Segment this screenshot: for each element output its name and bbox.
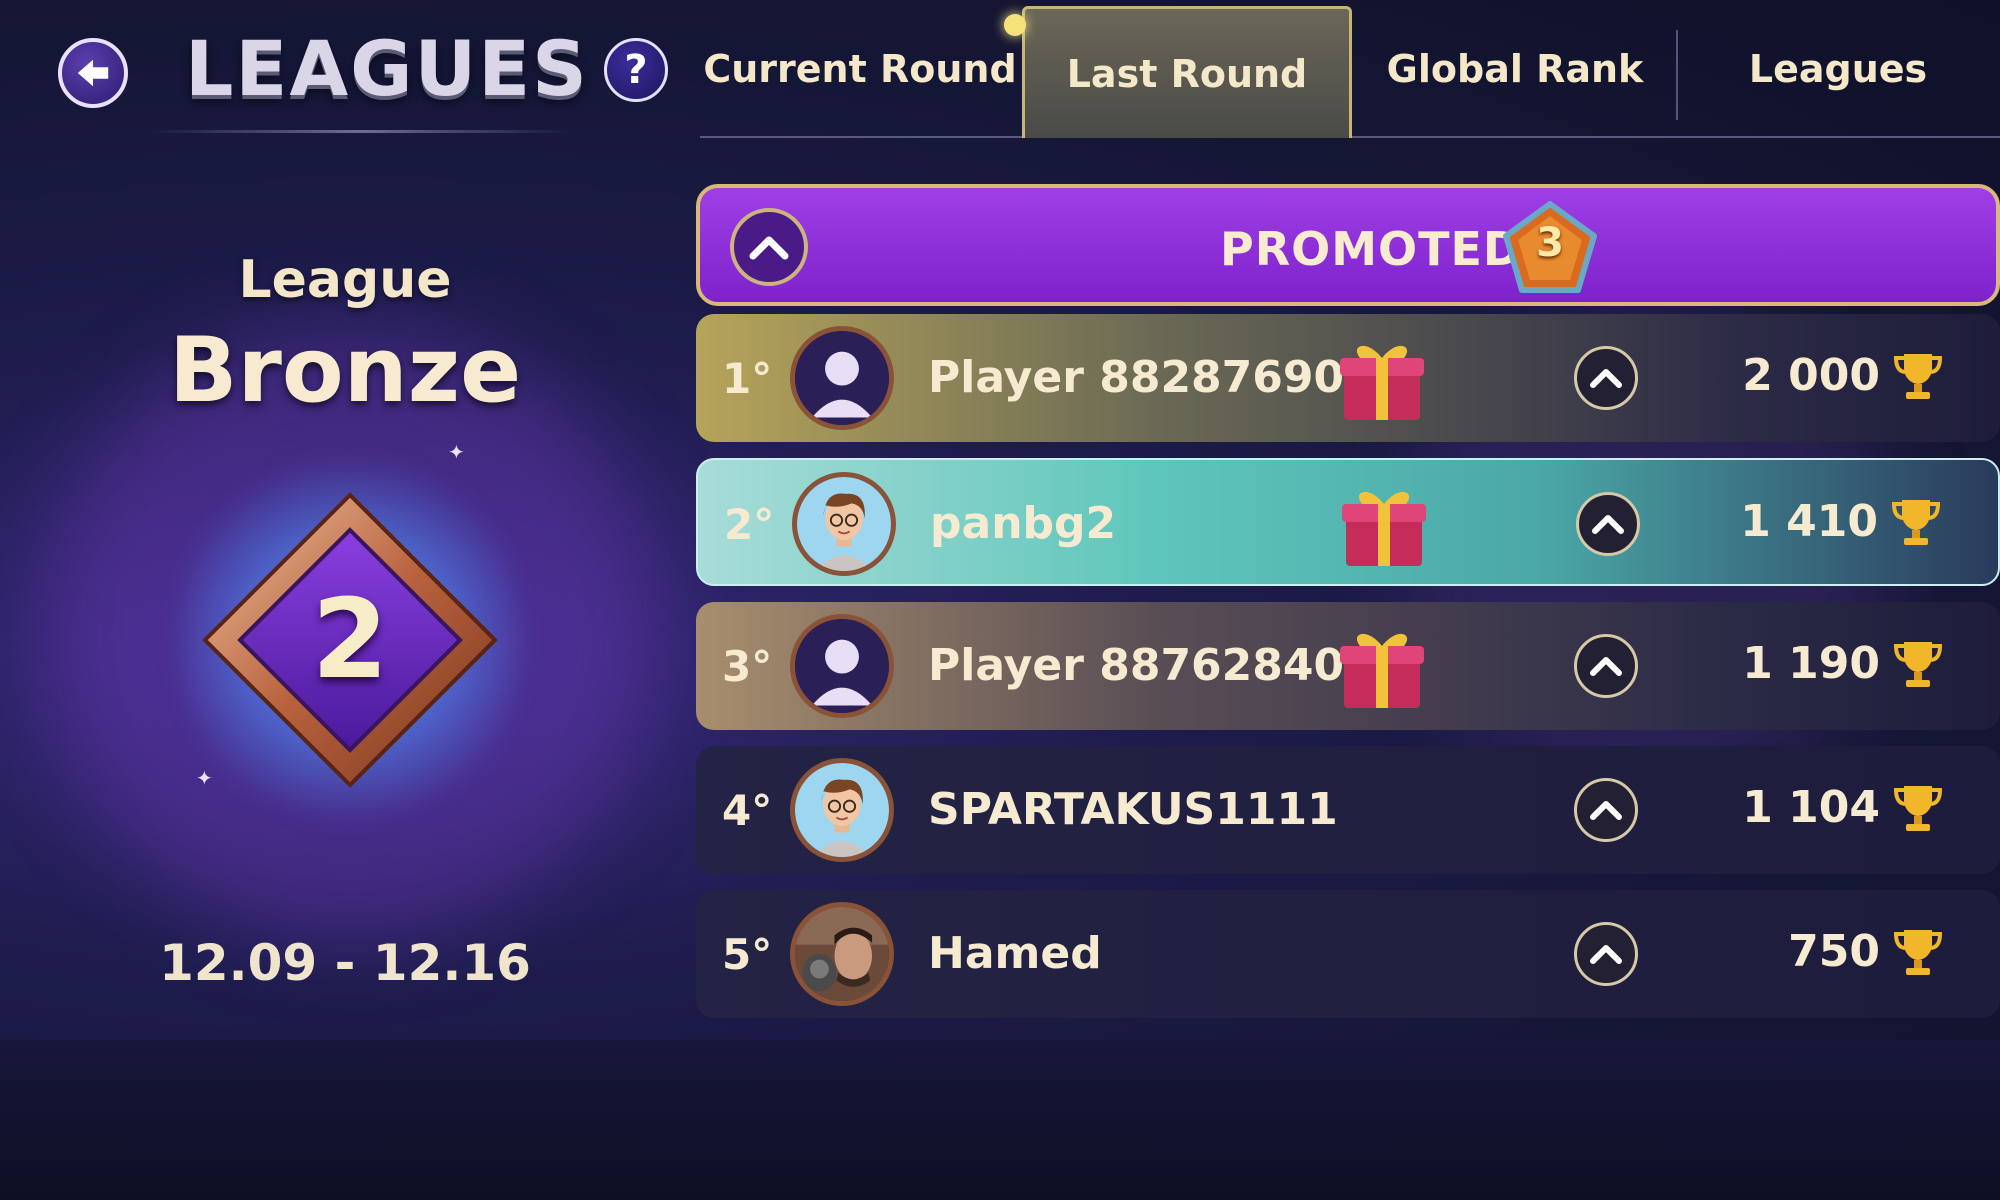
player-rank: 1° [722,354,773,403]
league-name: Bronze [168,318,522,423]
league-label: League [238,250,452,310]
promote-arrow-button[interactable] [1574,346,1638,410]
default-avatar-icon [790,326,894,430]
chevron-up-icon [1592,515,1624,534]
player-score: 1 104 [1742,782,1880,833]
player-score: 1 190 [1742,638,1880,689]
gift-icon[interactable] [1336,334,1428,424]
sparkle-icon: ✦ [448,440,465,464]
tab-global-rank[interactable]: Global Rank [1354,0,1676,138]
player-name: Player 88762840 [928,640,1345,691]
leaderboard-row[interactable]: 5° Hamed 750 [696,890,2000,1018]
help-button[interactable]: ? [604,38,668,102]
leaderboard-row[interactable]: 3° Player 88762840 1 190 [696,602,2000,730]
chevron-up-icon [1590,801,1622,820]
chevron-up-icon [1590,657,1622,676]
promote-arrow-button[interactable] [1574,778,1638,842]
back-button[interactable] [58,38,128,108]
leaderboard-row-current-user[interactable]: 2° panbg2 1 410 [696,458,2000,586]
player-score: 2 000 [1742,350,1880,401]
default-avatar-icon [790,614,894,718]
background-floor [0,1040,2000,1200]
tab-last-round[interactable]: Last Round [1022,6,1352,138]
tab-leagues[interactable]: Leagues [1676,0,2000,138]
title-underline [150,130,570,133]
leaderboard-row[interactable]: 4° SPARTAKUS1111 1 104 [696,746,2000,874]
promoted-count: 3 [1536,220,1564,266]
promote-arrow-button[interactable] [1576,492,1640,556]
promote-arrow-button[interactable] [1574,922,1638,986]
player-score: 750 [1788,926,1880,977]
trophy-icon [1891,500,1941,545]
chevron-up-icon [749,236,789,260]
collapse-button[interactable] [730,208,808,286]
player-rank: 4° [722,786,773,835]
player-score: 1 410 [1740,496,1878,547]
league-date-range: 12.09 - 12.16 [159,934,531,992]
chevron-up-icon [1590,945,1622,964]
player-name: panbg2 [930,498,1117,549]
trophy-icon [1893,354,1943,399]
tab-current-round[interactable]: Current Round [700,0,1020,138]
cartoon-boy-avatar [790,758,894,862]
league-level: 2 [311,575,389,703]
player-rank: 3° [722,642,773,691]
promoted-banner[interactable]: PROMOTED 3 [696,184,2000,306]
arrow-left-icon [77,59,109,87]
promoted-label: PROMOTED [1220,222,1523,276]
trophy-icon [1893,930,1943,975]
trophy-icon [1893,642,1943,687]
gift-icon[interactable] [1338,480,1430,570]
player-rank: 2° [724,500,775,549]
notification-dot [1004,14,1026,36]
promote-arrow-button[interactable] [1574,634,1638,698]
top-bar: LEAGUES ? Current Round Last Round Globa… [0,0,2000,140]
leaderboard-row[interactable]: 1° Player 88287690 2 000 [696,314,2000,442]
player-name: Hamed [928,928,1102,979]
player-rank: 5° [722,930,773,979]
page-title: LEAGUES [185,24,589,113]
tab-bar: Current Round Last Round Global Rank Lea… [700,0,2000,138]
chevron-up-icon [1590,369,1622,388]
player-name: SPARTAKUS1111 [928,784,1338,835]
photo-avatar [790,902,894,1006]
cartoon-boy-avatar [792,472,896,576]
trophy-icon [1893,786,1943,831]
gift-icon[interactable] [1336,622,1428,712]
player-name: Player 88287690 [928,352,1345,403]
